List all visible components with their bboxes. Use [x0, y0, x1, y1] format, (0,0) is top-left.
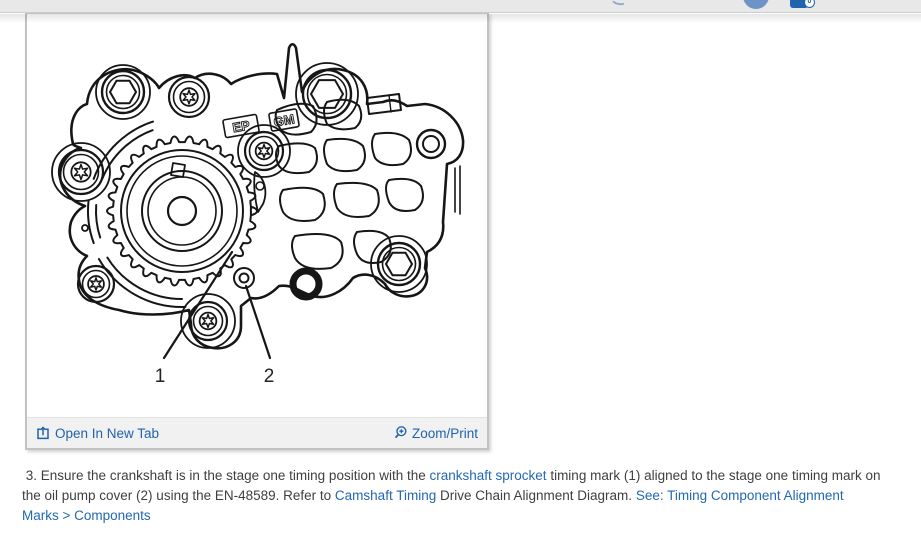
diagram-area: EPGM12 — [27, 14, 487, 417]
open-in-new-tab-link[interactable]: Open In New Tab — [36, 426, 159, 441]
panel-footer: Open In New Tab Zoom/Print — [27, 417, 487, 448]
svg-text:1: 1 — [155, 366, 166, 387]
image-panel: EPGM12 Open In New Tab Zoom/Print — [25, 13, 489, 450]
text-segment: 3. Ensure the crankshaft is in the stage… — [22, 468, 430, 483]
text-segment: Drive Chain Alignment Diagram. — [436, 488, 636, 503]
svg-text:2: 2 — [264, 366, 275, 387]
instruction-text: 3. Ensure the crankshaft is in the stage… — [22, 466, 884, 526]
zoom-print-label: Zoom/Print — [412, 426, 478, 441]
svg-text:EP: EP — [231, 118, 251, 136]
inline-link[interactable]: crankshaft sprocket — [430, 468, 547, 483]
top-toolbar — [0, 0, 921, 13]
oil-pump-diagram: EPGM12 — [27, 14, 487, 417]
inline-link[interactable]: Camshaft Timing — [335, 488, 436, 503]
zoom-in-icon — [394, 426, 407, 440]
open-in-new-tab-label: Open In New Tab — [55, 426, 159, 441]
open-in-new-tab-icon — [36, 426, 50, 440]
zoom-print-link[interactable]: Zoom/Print — [394, 426, 478, 441]
